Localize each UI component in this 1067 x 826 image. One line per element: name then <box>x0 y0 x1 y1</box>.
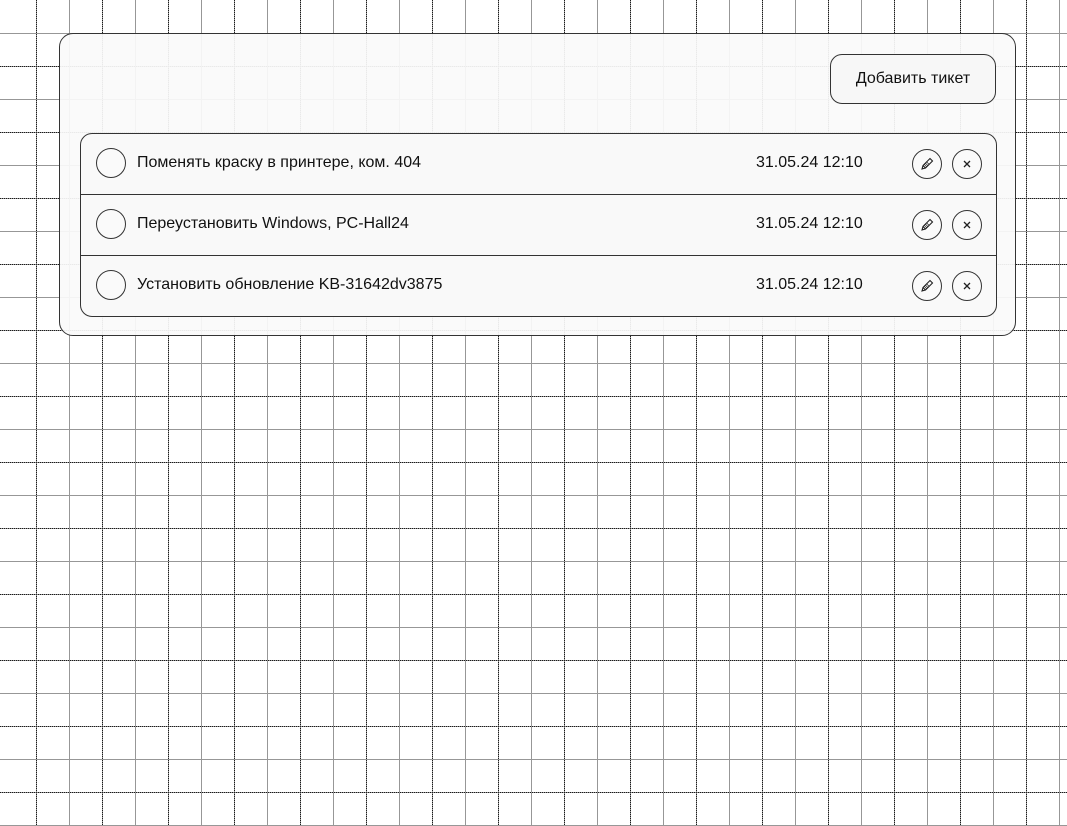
ticket-date: 31.05.24 12:10 <box>756 215 863 232</box>
ticket-list: Поменять краску в принтере, ком. 404 31.… <box>80 133 997 317</box>
ticket-title: Поменять краску в принтере, ком. 404 <box>137 154 422 171</box>
close-icon <box>963 282 971 290</box>
close-icon <box>963 221 971 229</box>
pencil-icon <box>921 157 934 170</box>
tickets-panel: Добавить тикет Поменять краску в принтер… <box>59 33 1016 336</box>
delete-button[interactable] <box>952 149 982 179</box>
ticket-row: Переустановить Windows, PC-Hall24 31.05.… <box>81 195 996 256</box>
pencil-icon <box>921 218 934 231</box>
close-icon <box>963 160 971 168</box>
ticket-title: Установить обновление KB-31642dv3875 <box>137 276 443 293</box>
delete-button[interactable] <box>952 271 982 301</box>
edit-button[interactable] <box>912 210 942 240</box>
add-ticket-button[interactable]: Добавить тикет <box>830 54 996 104</box>
ticket-row: Установить обновление KB-31642dv3875 31.… <box>81 256 996 316</box>
complete-toggle[interactable] <box>96 270 126 300</box>
ticket-date: 31.05.24 12:10 <box>756 154 863 171</box>
ticket-row: Поменять краску в принтере, ком. 404 31.… <box>81 134 996 195</box>
edit-button[interactable] <box>912 149 942 179</box>
edit-button[interactable] <box>912 271 942 301</box>
complete-toggle[interactable] <box>96 209 126 239</box>
pencil-icon <box>921 279 934 292</box>
ticket-title: Переустановить Windows, PC-Hall24 <box>137 215 409 232</box>
complete-toggle[interactable] <box>96 148 126 178</box>
delete-button[interactable] <box>952 210 982 240</box>
ticket-date: 31.05.24 12:10 <box>756 276 863 293</box>
